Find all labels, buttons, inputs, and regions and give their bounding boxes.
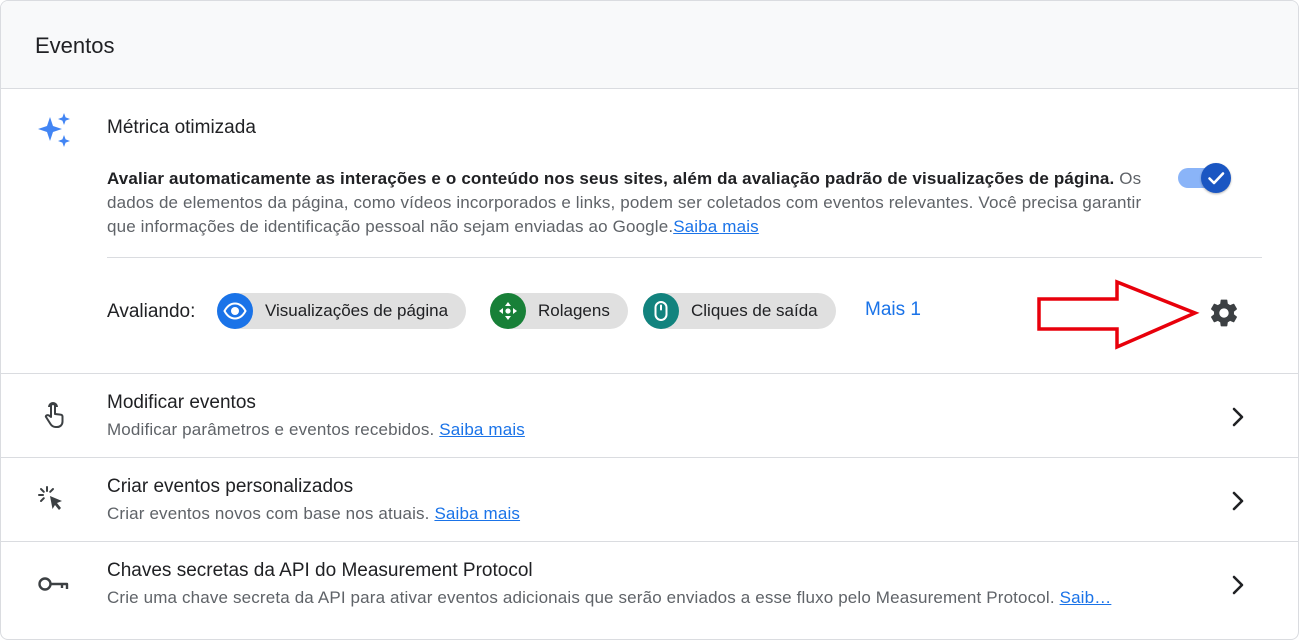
chip-label: Visualizações de página — [265, 301, 449, 320]
chip-label: Rolagens — [538, 301, 610, 320]
chip-outbound-clicks[interactable]: Cliques de saída — [643, 293, 836, 329]
eye-icon — [217, 293, 253, 329]
events-card: Eventos Métrica otimizada Avaliar automa… — [0, 0, 1299, 640]
annotation-arrow — [1037, 279, 1200, 350]
toggle-knob — [1201, 163, 1231, 193]
row-subtitle: Modificar parâmetros e eventos recebidos… — [107, 420, 525, 440]
row-measurement-protocol-secrets[interactable]: Chaves secretas da API do Measurement Pr… — [1, 541, 1298, 626]
row-subtitle: Crie uma chave secreta da API para ativa… — [107, 588, 1111, 608]
card-title: Eventos — [35, 33, 115, 58]
chip-scrolls[interactable]: Rolagens — [490, 293, 628, 329]
row-subtitle-text: Modificar parâmetros e eventos recebidos… — [107, 420, 435, 439]
row-modify-events[interactable]: Modificar eventos Modificar parâmetros e… — [1, 373, 1298, 458]
enhanced-measurement-toggle[interactable] — [1177, 163, 1233, 193]
enhanced-measurement-description: Avaliar automaticamente as interações e … — [107, 167, 1167, 239]
check-icon — [1208, 172, 1225, 185]
learn-more-link[interactable]: Saib… — [1060, 588, 1112, 607]
enhanced-measurement-title: Métrica otimizada — [107, 117, 256, 138]
chip-page-views[interactable]: Visualizações de página — [217, 293, 467, 329]
row-title: Modificar eventos — [107, 392, 256, 413]
sparkle-icon — [38, 113, 70, 147]
measuring-label: Avaliando: — [107, 301, 196, 322]
row-subtitle-text: Crie uma chave secreta da API para ativa… — [107, 588, 1055, 607]
row-create-custom-events[interactable]: Criar eventos personalizados Criar event… — [1, 457, 1298, 542]
chip-label: Cliques de saída — [691, 301, 818, 320]
learn-more-link[interactable]: Saiba mais — [439, 420, 525, 439]
description-bold: Avaliar automaticamente as interações e … — [107, 169, 1115, 188]
scroll-icon — [490, 293, 526, 329]
row-subtitle-text: Criar eventos novos com base nos atuais. — [107, 504, 430, 523]
card-header: Eventos — [1, 1, 1298, 89]
chevron-right-icon — [1232, 407, 1244, 427]
gear-icon[interactable] — [1208, 297, 1240, 329]
more-measurements-link[interactable]: Mais 1 — [865, 299, 921, 321]
mouse-icon — [643, 293, 679, 329]
section-divider — [107, 257, 1262, 258]
row-title: Chaves secretas da API do Measurement Pr… — [107, 560, 533, 581]
chevron-right-icon — [1232, 575, 1244, 595]
row-title: Criar eventos personalizados — [107, 476, 354, 497]
chevron-right-icon — [1232, 491, 1244, 511]
learn-more-link[interactable]: Saiba mais — [434, 504, 520, 523]
key-icon — [38, 577, 69, 591]
cursor-click-icon — [38, 486, 62, 510]
learn-more-link[interactable]: Saiba mais — [673, 217, 759, 236]
row-subtitle: Criar eventos novos com base nos atuais.… — [107, 504, 520, 524]
touch-icon — [44, 402, 64, 428]
